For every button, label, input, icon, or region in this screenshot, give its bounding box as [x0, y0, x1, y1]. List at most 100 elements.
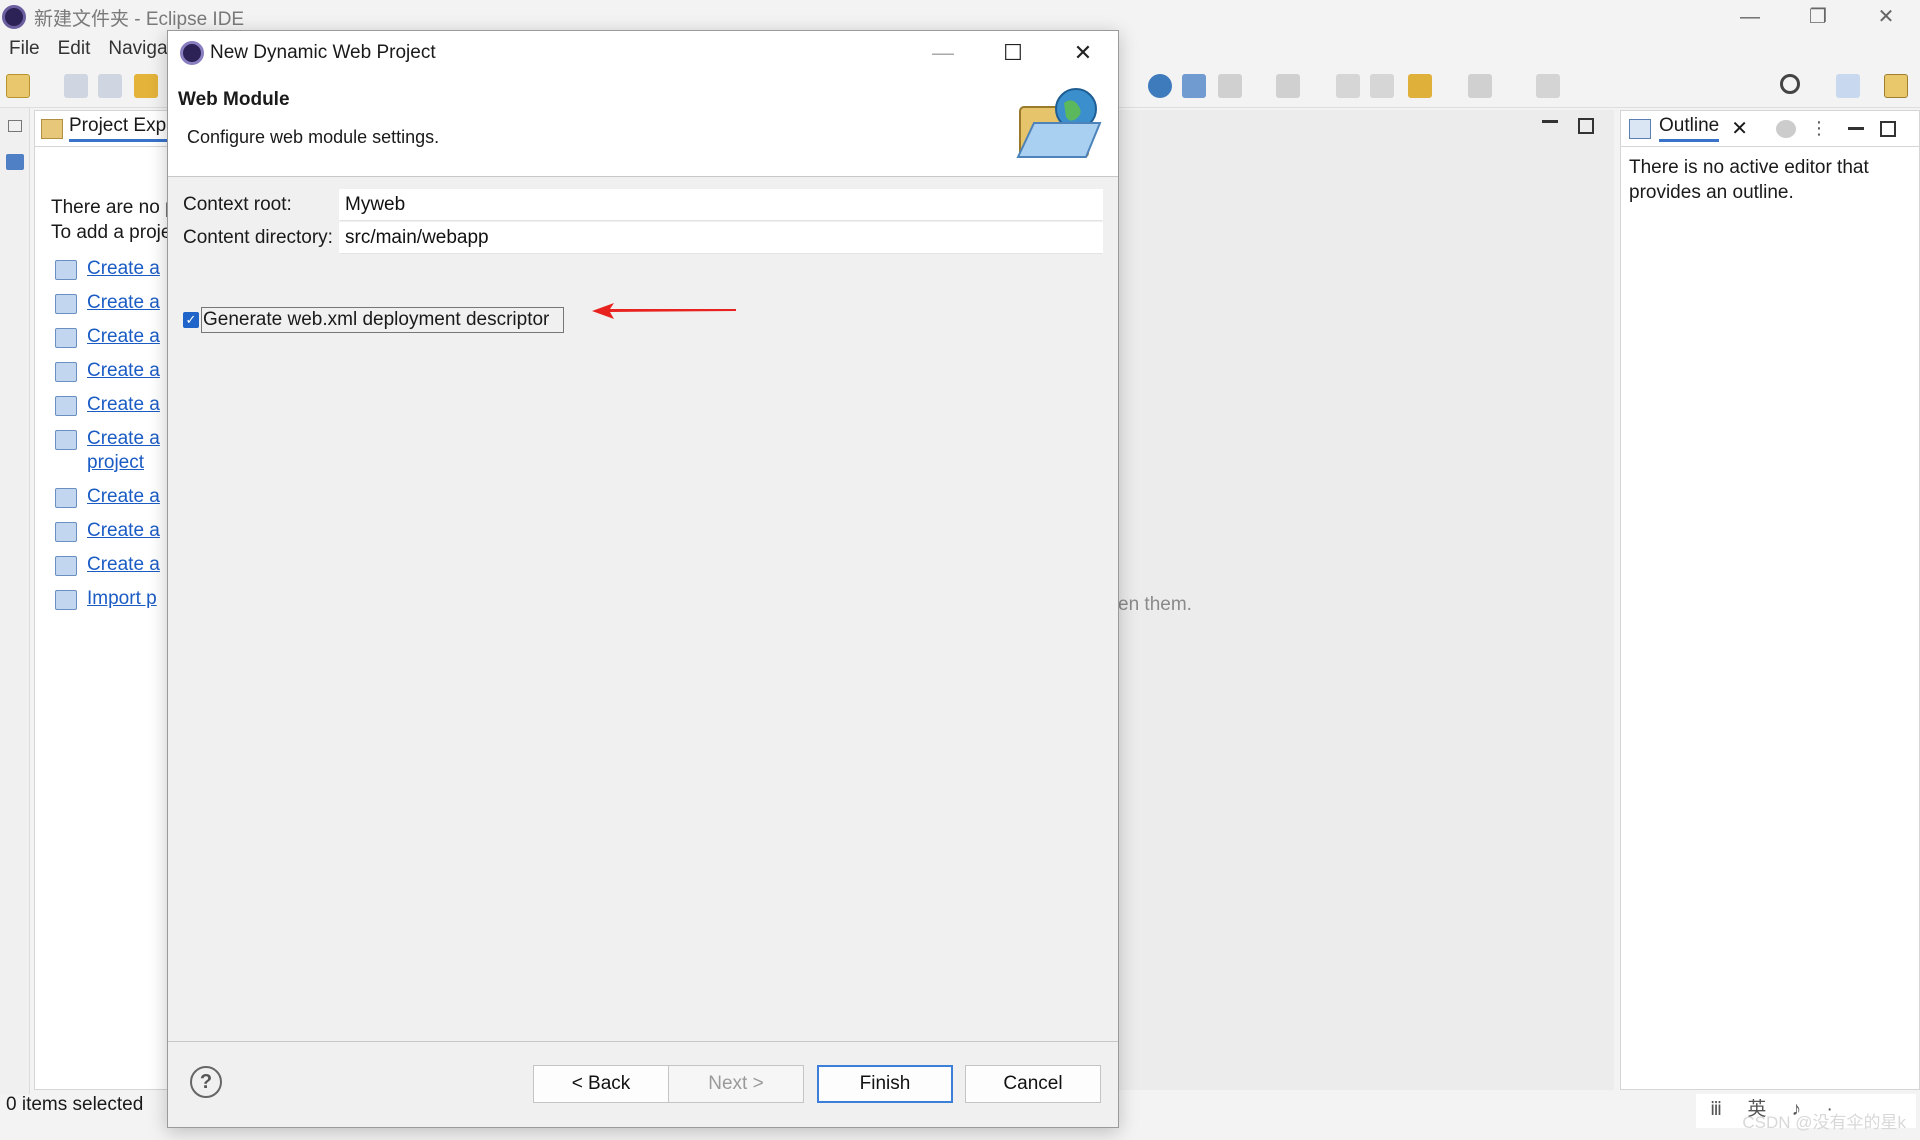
content-directory-label: Content directory: [183, 227, 333, 248]
outline-message: There is no active editor that provides … [1629, 157, 1869, 203]
plugin-project-icon [55, 430, 77, 450]
list-item: Create a [55, 553, 160, 587]
undo-icon[interactable] [134, 74, 158, 98]
left-trim-bar [0, 108, 30, 1098]
generate-webxml-checkbox[interactable]: ✓ [183, 312, 199, 328]
context-root-input[interactable] [339, 189, 1103, 221]
forward-edit-icon[interactable] [1370, 74, 1394, 98]
create-link[interactable]: Create a project [87, 427, 160, 475]
dialog-footer: ? < Back Next > Finish Cancel [168, 1041, 1118, 1127]
ear-project-icon [55, 396, 77, 416]
generate-webxml-checkbox-row[interactable]: ✓ Generate web.xml deployment descriptor [183, 307, 565, 333]
search-icon[interactable] [1780, 74, 1800, 94]
watermark: CSDN @没有伞的星k [1742, 1113, 1906, 1132]
context-root-row: Context root: [183, 189, 1103, 221]
minimize-icon[interactable] [1847, 127, 1864, 130]
java-project-icon [55, 294, 77, 314]
create-link[interactable]: Create a [87, 519, 160, 543]
create-link[interactable]: Create a [87, 393, 160, 417]
java-ee-perspective-icon[interactable] [1884, 74, 1908, 98]
maximize-icon[interactable] [1578, 118, 1594, 134]
save-icon[interactable] [64, 74, 88, 98]
create-link[interactable]: Create a [87, 485, 160, 509]
list-item: Create a [55, 359, 160, 393]
forward-icon[interactable] [1468, 74, 1492, 98]
explorer-links: Create a Create a Create a Create a Crea… [55, 257, 160, 621]
content-directory-row: Content directory: [183, 222, 1103, 254]
list-item: Create a [55, 325, 160, 359]
list-item: Import p [55, 587, 160, 621]
dialog-maximize-button[interactable]: ☐ [978, 31, 1048, 75]
ejb-project-icon [55, 362, 77, 382]
outline-panel: Outline ✕ ⋮ There is no active editor th… [1620, 110, 1920, 1090]
context-root-label: Context root: [183, 194, 292, 215]
app-client-project-icon [55, 522, 77, 542]
window-title: 新建文件夹 - Eclipse IDE [34, 8, 245, 30]
explorer-message: There are no p To add a proje [51, 197, 176, 243]
minimize-icon[interactable] [1542, 120, 1558, 123]
restore-icon[interactable] [8, 120, 22, 132]
back-icon[interactable] [1408, 74, 1432, 98]
dialog-banner: Web Module Configure web module settings… [168, 75, 1118, 177]
back-button[interactable]: < Back [533, 1065, 669, 1103]
content-directory-input[interactable] [339, 222, 1103, 254]
open-perspective-icon[interactable] [1836, 74, 1860, 98]
page-description: Configure web module settings. [187, 127, 440, 147]
save-all-icon[interactable] [98, 74, 122, 98]
dialog-close-button[interactable]: ✕ [1048, 31, 1118, 75]
window-close-button[interactable]: ✕ [1852, 0, 1920, 34]
prev-annotation-icon[interactable] [1276, 74, 1300, 98]
pin-editor-icon[interactable] [1536, 74, 1560, 98]
help-button[interactable]: ? [190, 1066, 222, 1098]
eclipse-logo-icon [180, 41, 204, 65]
create-link[interactable]: Create a [87, 553, 160, 577]
close-icon[interactable]: ✕ [1731, 116, 1748, 141]
list-item: Create a [55, 257, 160, 291]
project-explorer-tab[interactable]: Project Expl [69, 115, 171, 142]
dialog-titlebar: New Dynamic Web Project — ☐ ✕ [168, 31, 1118, 75]
window-restore-button[interactable]: ❐ [1784, 0, 1852, 34]
dialog-title: New Dynamic Web Project [210, 42, 436, 63]
window-minimize-button[interactable]: — [1716, 0, 1784, 34]
web-browser-icon[interactable] [1148, 74, 1172, 98]
next-annotation-icon[interactable] [1218, 74, 1242, 98]
create-link[interactable]: Create a [87, 257, 160, 281]
project-explorer-panel: Project Expl There are no p To add a pro… [34, 110, 176, 1090]
list-item: Create a [55, 291, 160, 325]
outline-tab[interactable]: Outline [1659, 115, 1720, 142]
status-text: 0 items selected [6, 1094, 144, 1115]
import-icon [55, 590, 77, 610]
view-menu-icon[interactable]: ⋮ [1810, 118, 1828, 139]
list-item: Create a [55, 485, 160, 519]
create-link[interactable]: Create a [87, 291, 160, 315]
page-title: Web Module [178, 89, 290, 110]
last-edit-icon[interactable] [1336, 74, 1360, 98]
red-arrow-annotation [592, 303, 736, 319]
run-icon[interactable] [1182, 74, 1206, 98]
finish-button[interactable]: Finish [817, 1065, 953, 1103]
create-link[interactable]: Create a [87, 325, 160, 349]
menu-navigate[interactable]: Naviga [99, 38, 176, 60]
console-icon[interactable] [6, 154, 24, 170]
menu-file[interactable]: File [0, 38, 49, 60]
next-button[interactable]: Next > [668, 1065, 804, 1103]
menu-edit[interactable]: Edit [49, 38, 100, 60]
project-explorer-icon [41, 118, 63, 139]
new-icon[interactable] [6, 74, 30, 98]
generate-webxml-label[interactable]: Generate web.xml deployment descriptor [201, 307, 565, 333]
general-project-icon [55, 556, 77, 576]
window-titlebar: 新建文件夹 - Eclipse IDE — ❐ ✕ [0, 0, 1920, 34]
connector-project-icon [55, 488, 77, 508]
eclipse-logo-icon [2, 5, 26, 29]
maven-project-icon [55, 260, 77, 280]
maximize-icon[interactable] [1879, 120, 1896, 137]
new-dynamic-web-project-dialog: New Dynamic Web Project — ☐ ✕ Web Module… [167, 30, 1119, 1128]
create-link[interactable]: Create a [87, 359, 160, 383]
outline-icon [1629, 118, 1651, 139]
dialog-minimize-button[interactable]: — [908, 31, 978, 75]
cancel-button[interactable]: Cancel [965, 1065, 1101, 1103]
focus-icon[interactable] [1775, 119, 1796, 138]
list-item: Create a project [55, 427, 160, 485]
list-item: Create a [55, 393, 160, 427]
import-link[interactable]: Import p [87, 587, 157, 611]
